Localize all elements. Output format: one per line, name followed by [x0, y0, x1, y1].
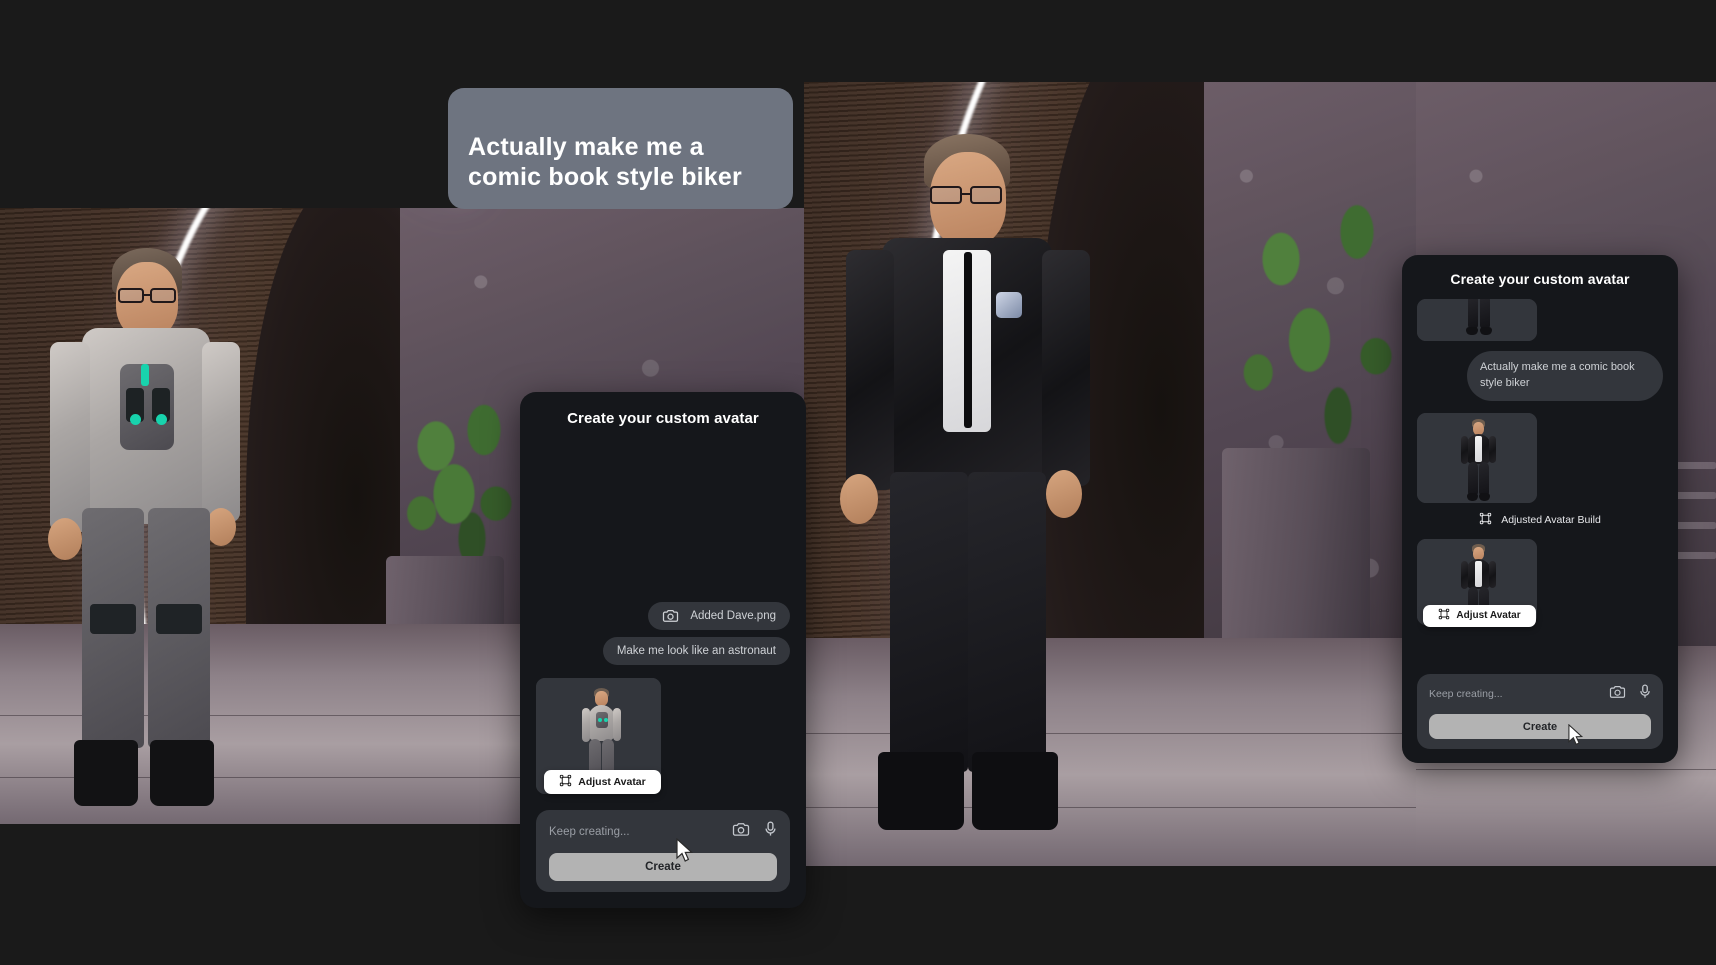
right-adjust-avatar-button[interactable]: Adjust Avatar [1423, 604, 1536, 627]
right-panel-body: Actually make me a comic book style bike… [1417, 299, 1663, 749]
left-attachment-chip: Added Dave.png [648, 602, 790, 630]
camera-icon[interactable] [732, 822, 750, 842]
left-adjust-avatar-button[interactable]: Adjust Avatar [544, 770, 661, 794]
avatar-biker [816, 124, 1116, 864]
left-composer-input-row: Keep creating... [549, 821, 777, 842]
scene-plant-left [400, 398, 520, 558]
left-create-button[interactable]: Create [549, 853, 777, 881]
scene-floor-seam [1416, 769, 1716, 770]
floating-prompt-text: Actually make me a comic book style bike… [468, 133, 742, 191]
right-panel-spacer [1417, 638, 1663, 674]
microphone-icon[interactable] [1639, 684, 1651, 704]
left-panel-body: Added Dave.png Make me look like an astr… [536, 441, 790, 892]
left-composer-input[interactable]: Keep creating... [549, 826, 630, 838]
right-result-caption: Adjusted Avatar Build [1501, 513, 1601, 526]
right-composer: Keep creating... Create [1417, 674, 1663, 749]
frame-icon [559, 774, 572, 790]
left-prompt-chip: Make me look like an astronaut [602, 637, 790, 665]
right-panel-title: Create your custom avatar [1450, 271, 1630, 287]
right-adjust-avatar-label: Adjust Avatar [1456, 610, 1521, 622]
frame-icon [1479, 512, 1492, 528]
thumbnail-avatar-legs [1465, 299, 1495, 341]
center-avatar-scene [804, 82, 1416, 866]
avatar-astronaut [20, 236, 260, 824]
left-composer: Keep creating... Create [536, 810, 790, 892]
scene-plant-right [1224, 178, 1414, 448]
right-result-block: Adjust Avatar [1417, 538, 1537, 627]
left-prompt-text: Make me look like an astronaut [616, 645, 776, 657]
thumbnail-avatar-biker [1460, 418, 1496, 503]
right-composer-icons [1609, 684, 1651, 704]
right-previous-thumbnail[interactable] [1417, 299, 1537, 341]
right-create-button[interactable]: Create [1429, 714, 1651, 739]
left-result-block: Adjust Avatar [536, 678, 661, 794]
left-attachment-label: Added Dave.png [690, 610, 776, 622]
right-avatar-creator-panel: Create your custom avatar Actually make … [1402, 255, 1678, 763]
floating-prompt-bubble: Actually make me a comic book style bike… [448, 88, 793, 209]
right-composer-input[interactable]: Keep creating... [1429, 688, 1503, 700]
right-result-thumbnail-1[interactable] [1417, 412, 1537, 503]
right-result-caption-row: Adjusted Avatar Build [1417, 512, 1663, 528]
right-composer-input-row: Keep creating... [1429, 684, 1651, 704]
screenshot-canvas: Actually make me a comic book style bike… [0, 0, 1716, 965]
camera-icon[interactable] [1609, 685, 1626, 704]
camera-icon [662, 609, 679, 623]
left-avatar-creator-panel: Create your custom avatar Added Dave.png… [520, 392, 806, 908]
left-composer-icons [732, 821, 777, 842]
left-panel-spacer [536, 441, 790, 602]
left-panel-title: Create your custom avatar [567, 410, 759, 427]
right-prompt-text: Actually make me a comic book style bike… [1480, 361, 1635, 389]
right-prompt-chip: Actually make me a comic book style bike… [1467, 351, 1663, 401]
frame-icon [1438, 608, 1450, 623]
left-adjust-avatar-label: Adjust Avatar [578, 776, 646, 788]
microphone-icon[interactable] [764, 821, 777, 842]
